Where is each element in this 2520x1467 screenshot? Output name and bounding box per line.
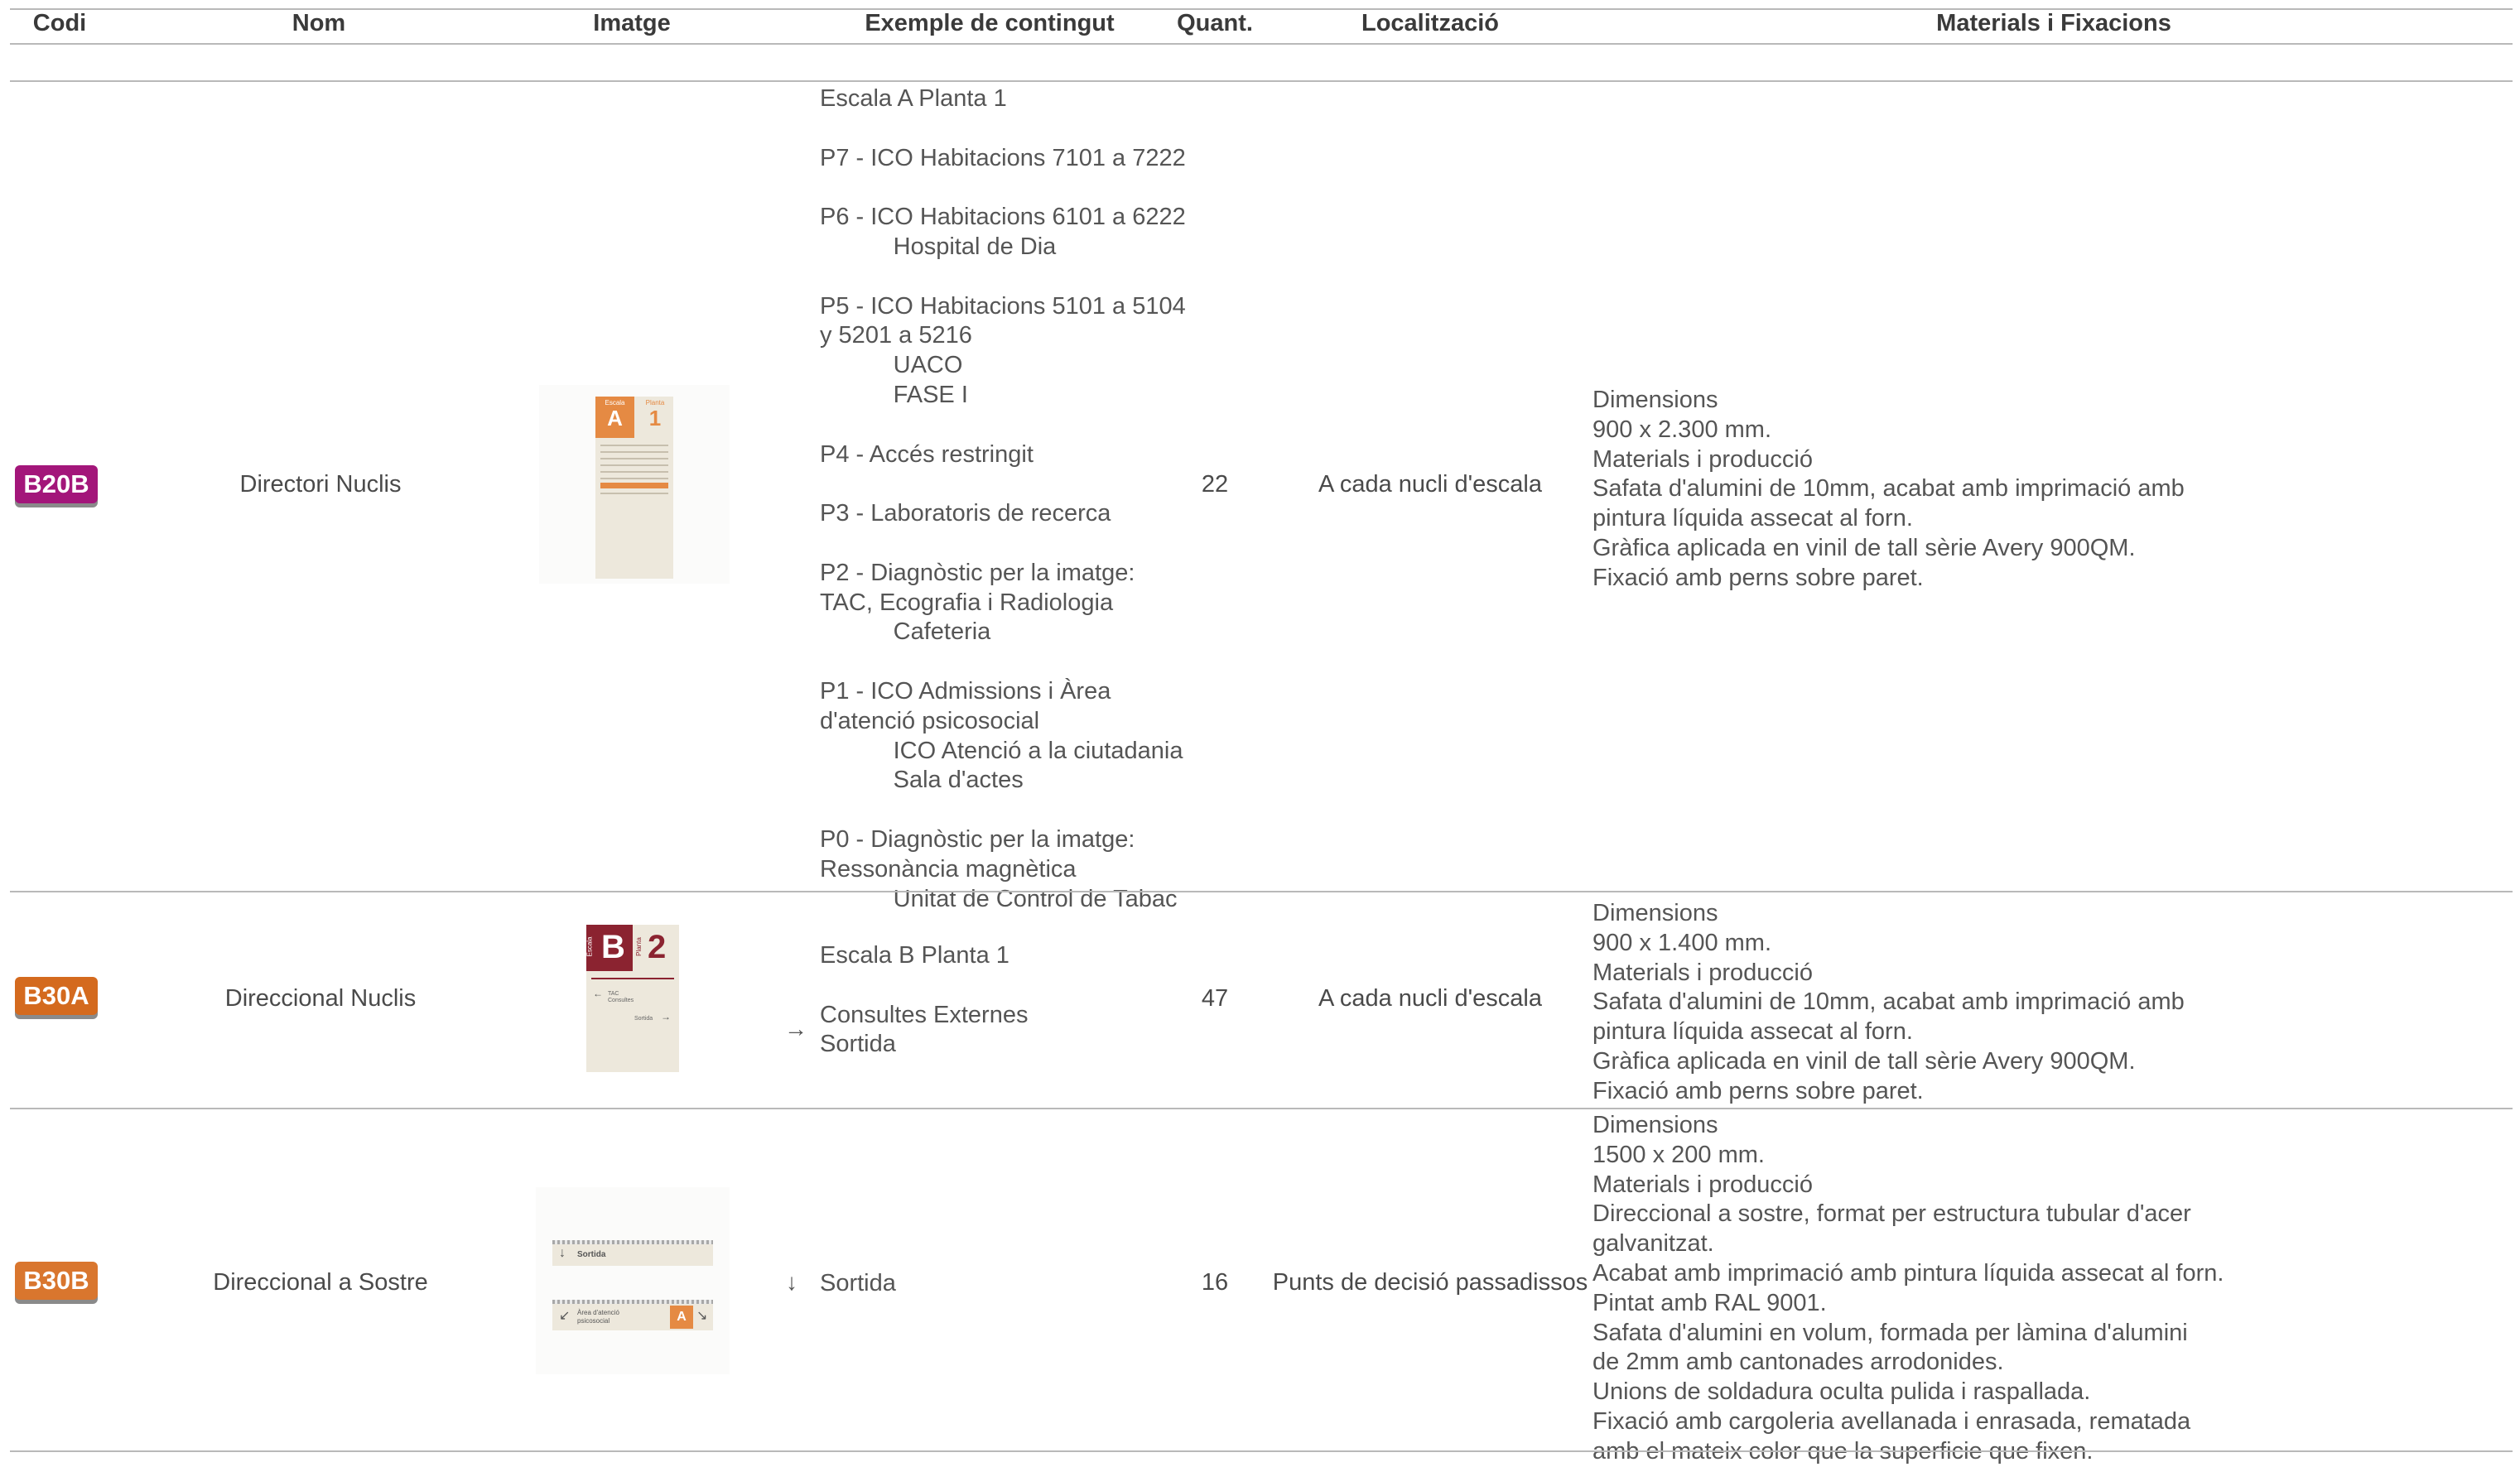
arrow-down-right-icon: ↘ — [696, 1309, 708, 1323]
content-example: Escala A Planta 1 P7 - ICO Habitacions 7… — [820, 85, 1186, 912]
code-badge-b20b: B20B — [15, 465, 98, 503]
content-example: Sortida — [820, 1270, 896, 1296]
code-badge-b30a: B30A — [15, 977, 98, 1015]
row-location: A cada nucli d'escala — [1318, 471, 1542, 498]
col-header-exemple: Exemple de contingut — [865, 10, 1115, 36]
header-bottom-rule — [10, 43, 2513, 45]
row-name: Direccional a Sostre — [213, 1269, 428, 1296]
arrow-down-icon: ↓ — [786, 1269, 797, 1295]
col-header-localitzacio: Localització — [1361, 10, 1499, 36]
row-name: Directori Nuclis — [239, 471, 402, 498]
col-header-quant: Quant. — [1177, 10, 1253, 36]
content-example: Escala B Planta 1 Consultes Externes Sor… — [820, 942, 1029, 1058]
row-quantity: 47 — [1201, 985, 1229, 1012]
row-quantity: 16 — [1201, 1269, 1229, 1296]
col-header-codi: Codi — [32, 10, 87, 36]
materials-description: Dimensions 1500 x 200 mm. Materials i pr… — [1592, 1112, 2224, 1465]
arrow-down-left-icon: ↙ — [559, 1309, 571, 1323]
sign-thumbnail-direccional: Escala B Planta 2 ← TAC Consultes Sortid… — [586, 925, 679, 1072]
row-quantity: 22 — [1201, 471, 1229, 498]
row-divider — [10, 1108, 2513, 1109]
col-header-materials: Materials i Fixacions — [1936, 10, 2171, 36]
row-divider — [10, 891, 2513, 892]
col-header-imatge: Imatge — [593, 10, 671, 36]
row-name: Direccional Nuclis — [224, 985, 417, 1012]
materials-description: Dimensions 900 x 1.400 mm. Materials i p… — [1592, 900, 2185, 1104]
sign-thumbnail-sostre: ↓ Sortida ↙ Àrea d'atenció psicosocial A… — [536, 1187, 730, 1374]
col-header-nom: Nom — [292, 10, 346, 36]
sign-thumbnail-directori: Escala A Planta 1 — [539, 385, 730, 584]
table-bottom-rule — [10, 1450, 2513, 1452]
arrow-down-icon: ↓ — [559, 1246, 566, 1260]
row-location: Punts de decisió passadissos — [1272, 1269, 1588, 1296]
row-location: A cada nucli d'escala — [1318, 985, 1542, 1012]
code-badge-b30b: B30B — [15, 1262, 98, 1300]
materials-description: Dimensions 900 x 2.300 mm. Materials i p… — [1592, 387, 2185, 591]
arrow-right-icon: → — [784, 1016, 807, 1041]
row-divider — [10, 80, 2513, 82]
